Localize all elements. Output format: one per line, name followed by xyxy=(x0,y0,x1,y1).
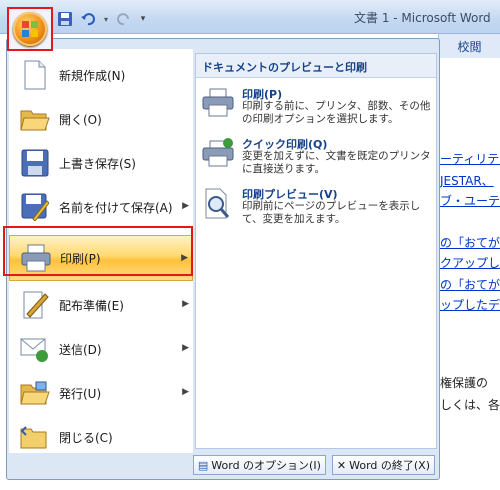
print-preview-icon xyxy=(202,188,234,220)
printer-icon xyxy=(202,88,234,120)
prepare-icon xyxy=(19,289,51,321)
menu-item-label: 配布準備(E) xyxy=(59,298,124,313)
word-options-label: Word のオプション(I) xyxy=(211,459,321,472)
menu-item-save[interactable]: 上書き保存(S) xyxy=(9,143,193,183)
redo-icon xyxy=(115,10,133,28)
doc-line: クアップし xyxy=(440,256,500,270)
submenu-header: ドキュメントのプレビューと印刷 xyxy=(196,54,436,78)
menu-item-publish[interactable]: 発行(U) ▶ xyxy=(9,373,193,413)
submenu-arrow-icon: ▶ xyxy=(182,201,189,211)
menu-item-close[interactable]: 閉じる(C) xyxy=(9,417,193,457)
undo-dropdown-icon[interactable]: ▾ xyxy=(102,10,110,28)
save-disk-icon xyxy=(19,147,51,179)
save-icon[interactable] xyxy=(56,10,74,28)
doc-line: の「おてがる xyxy=(440,278,500,292)
submenu-arrow-icon: ▶ xyxy=(182,343,189,353)
save-as-icon xyxy=(19,191,51,223)
menu-item-label: 新規作成(N) xyxy=(59,68,126,83)
print-submenu: ドキュメントのプレビューと印刷 印刷(P) 印刷する前に、プリンタ、部数、その他… xyxy=(195,53,437,449)
submenu-arrow-icon: ▶ xyxy=(182,387,189,397)
menu-item-prepare[interactable]: 配布準備(E) ▶ xyxy=(9,285,193,325)
publish-icon xyxy=(19,377,51,409)
submenu-arrow-icon: ▶ xyxy=(182,299,189,309)
quick-print-icon xyxy=(202,138,234,170)
submenu-item-quick-print[interactable]: クイック印刷(Q) 変更を加えずに、文書を既定のプリンタに直接送ります。 xyxy=(196,132,436,188)
menu-item-label: 送信(D) xyxy=(59,342,102,357)
window-title: 文書 1 - Microsoft Word xyxy=(354,11,491,25)
submenu-item-desc: 変更を加えずに、文書を既定のプリンタに直接送ります。 xyxy=(242,150,431,175)
menu-item-open[interactable]: 開く(O) xyxy=(9,99,193,139)
exit-word-label: Word の終了(X) xyxy=(349,459,430,472)
submenu-item-desc: 印刷前にページのプレビューを表示して、変更を加えます。 xyxy=(242,200,421,225)
print-highlight-box xyxy=(3,226,193,276)
menu-item-label: 上書き保存(S) xyxy=(59,156,136,171)
doc-line: 権保護の xyxy=(440,376,489,390)
doc-line: しくは、各 xyxy=(440,398,500,412)
tab-review[interactable]: 校閲 xyxy=(438,34,500,58)
doc-line: ーティリティ xyxy=(440,152,500,166)
submenu-item-print[interactable]: 印刷(P) 印刷する前に、プリンタ、部数、その他の印刷オプションを選択します。 xyxy=(196,82,436,138)
send-icon xyxy=(19,333,51,365)
customize-qat-icon[interactable]: ▾ xyxy=(138,10,148,28)
menu-item-send[interactable]: 送信(D) ▶ xyxy=(9,329,193,369)
quick-access-toolbar: ▾ ▾ xyxy=(56,8,148,30)
doc-line: ップしたデ xyxy=(440,298,500,312)
menu-item-save-as[interactable]: 名前を付けて保存(A) ▶ xyxy=(9,187,193,227)
document-area: ーティリティ JESTAR、 ブ・ユーテ の「おてがる クアップし の「おてがる… xyxy=(438,58,500,490)
office-logo-icon xyxy=(13,12,47,46)
doc-line: JESTAR、 xyxy=(440,174,494,188)
doc-line: ブ・ユーテ xyxy=(440,194,500,208)
exit-word-button[interactable]: ✕ Word の終了(X) xyxy=(331,455,435,475)
doc-line: の「おてがる xyxy=(440,236,500,250)
menu-item-label: 発行(U) xyxy=(59,386,102,401)
menu-item-label: 名前を付けて保存(A) xyxy=(59,200,173,215)
new-document-icon xyxy=(19,59,51,91)
word-options-button[interactable]: ▤ Word のオプション(I) xyxy=(192,455,326,475)
undo-icon[interactable] xyxy=(79,10,97,28)
menu-item-label: 開く(O) xyxy=(59,112,102,127)
menu-item-new[interactable]: 新規作成(N) xyxy=(9,55,193,95)
options-icon: ▤ xyxy=(197,458,209,472)
submenu-item-print-preview[interactable]: 印刷プレビュー(V) 印刷前にページのプレビューを表示して、変更を加えます。 xyxy=(196,182,436,238)
menu-footer: ▤ Word のオプション(I) ✕ Word の終了(X) xyxy=(192,453,437,477)
close-folder-icon xyxy=(19,421,51,453)
title-bar: ▾ ▾ 文書 1 - Microsoft Word xyxy=(0,0,500,34)
submenu-item-desc: 印刷する前に、プリンタ、部数、その他の印刷オプションを選択します。 xyxy=(242,100,431,125)
close-icon: ✕ xyxy=(336,458,347,472)
menu-item-label: 閉じる(C) xyxy=(59,430,113,445)
office-button[interactable] xyxy=(7,7,53,51)
open-folder-icon xyxy=(19,103,51,135)
